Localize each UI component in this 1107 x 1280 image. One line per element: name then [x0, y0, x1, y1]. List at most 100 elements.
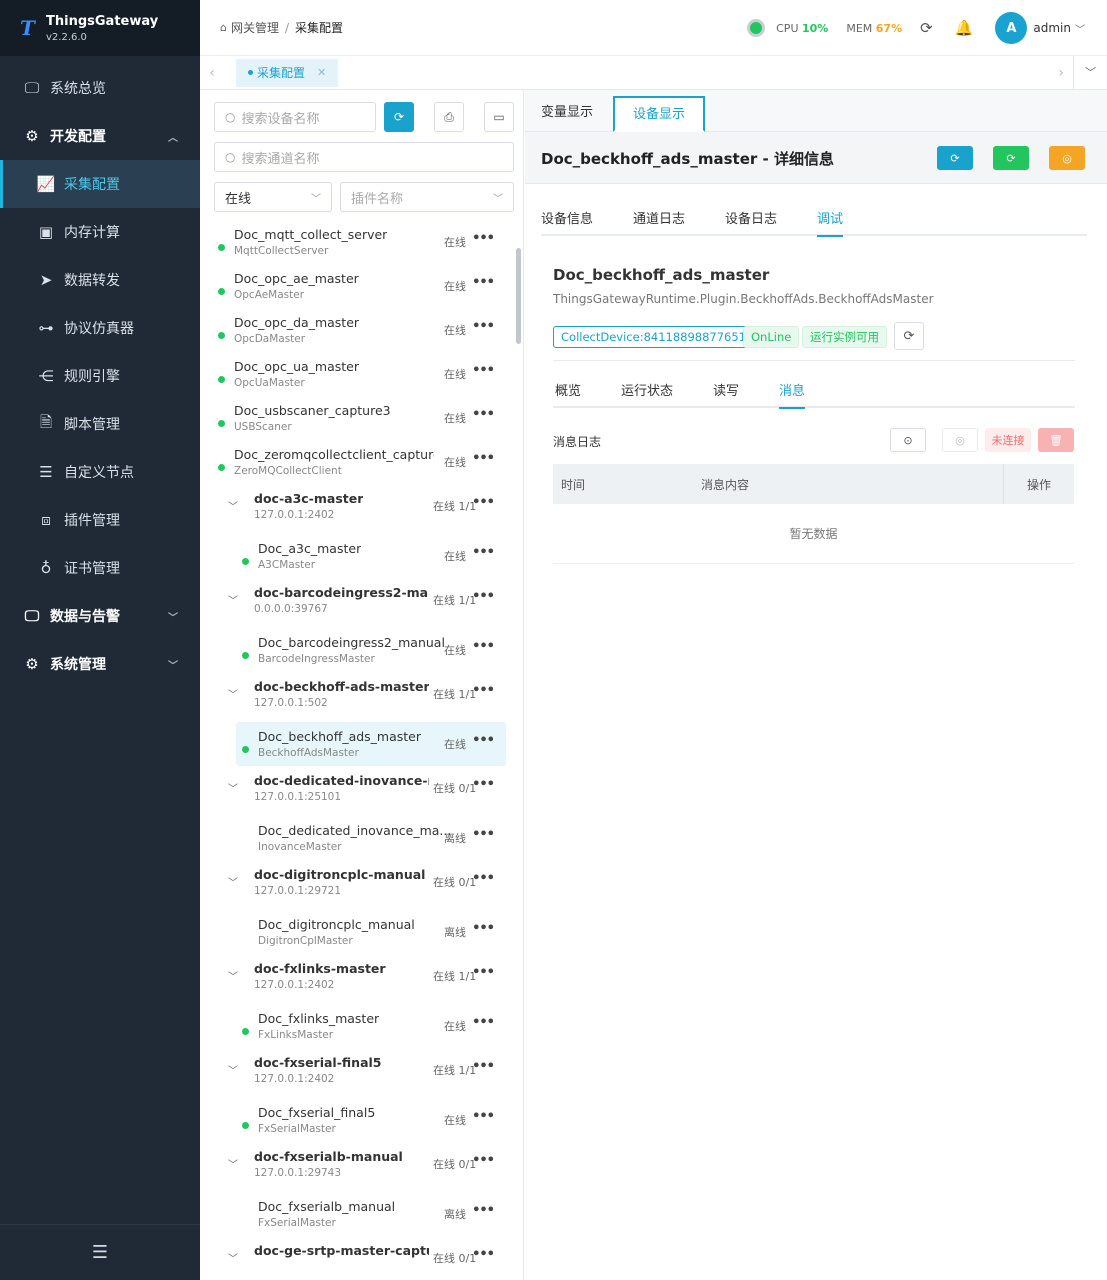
device-row[interactable]: Doc_beckhoff_ads_master BeckhoffAdsMaster…: [236, 722, 506, 766]
search-channel-input[interactable]: ○ 搜索通道名称: [214, 142, 514, 172]
pause-button[interactable]: ◎: [1049, 146, 1085, 170]
more-icon[interactable]: •••: [472, 683, 495, 698]
username[interactable]: admin: [1033, 21, 1071, 35]
chevron-down-icon[interactable]: ﹀: [228, 1250, 238, 1265]
more-icon[interactable]: •••: [472, 1109, 495, 1124]
device-row[interactable]: Doc_usbscaner_capture3 USBScaner 在线 •••: [200, 396, 516, 440]
device-row[interactable]: Doc_fxserialb_manual FxSerialMaster 离线 •••: [200, 1192, 516, 1236]
chevron-down-icon[interactable]: ﹀: [1075, 21, 1085, 36]
channel-group-row[interactable]: ﹀ doc-fxserial-final5 127.0.0.1:2402 在线 1/1…: [200, 1048, 516, 1098]
more-icon[interactable]: •••: [472, 1059, 495, 1074]
tab-device-view[interactable]: 设备显示: [613, 96, 706, 132]
chevron-down-icon[interactable]: ﹀: [228, 498, 238, 513]
more-icon[interactable]: •••: [472, 639, 495, 654]
channel-group-row[interactable]: ﹀ doc-digitroncplc-manual 127.0.0.1:29721 在…: [200, 860, 516, 910]
play-button[interactable]: ⊙: [890, 428, 926, 452]
sidebar-item-collect-config[interactable]: 📈 采集配置: [0, 160, 200, 208]
tab-overview[interactable]: 概览: [555, 380, 581, 399]
sidebar-item-dev-config[interactable]: ⚙ 开发配置 ︿: [0, 112, 200, 160]
tab-read-write[interactable]: 读写: [713, 380, 739, 399]
device-row[interactable]: Doc_a3c_master A3CMaster 在线 •••: [200, 534, 516, 578]
chevron-down-icon[interactable]: ﹀: [228, 968, 238, 983]
more-icon[interactable]: •••: [472, 275, 495, 290]
sidebar-item-plugin-manage[interactable]: ⧈ 插件管理: [0, 496, 200, 544]
sidebar-item-memory-compute[interactable]: ▣ 内存计算: [0, 208, 200, 256]
more-icon[interactable]: •••: [472, 589, 495, 604]
column-message[interactable]: 消息内容: [701, 476, 749, 493]
sidebar-item-custom-node[interactable]: ☰ 自定义节点: [0, 448, 200, 496]
export-button[interactable]: ⎙: [434, 102, 464, 132]
device-row[interactable]: Doc_dedicated_inovance_ma... InovanceMast…: [200, 816, 516, 860]
sidebar-item-data-alarm[interactable]: 🖵 数据与告警 ﹀: [0, 592, 200, 640]
sidebar-item-overview[interactable]: 🖵 系统总览: [0, 64, 200, 112]
more-icon[interactable]: •••: [472, 1153, 495, 1168]
sidebar-item-cert-manage[interactable]: ♁ 证书管理: [0, 544, 200, 592]
sidebar-item-protocol-simulator[interactable]: ⊶ 协议仿真器: [0, 304, 200, 352]
chevron-left-icon[interactable]: ‹: [200, 65, 224, 81]
column-time[interactable]: 时间: [561, 476, 585, 493]
chevron-down-icon[interactable]: ﹀: [228, 592, 238, 607]
device-row[interactable]: Doc_opc_ua_master OpcUaMaster 在线 •••: [200, 352, 516, 396]
clear-button[interactable]: 🗑: [1038, 428, 1074, 452]
chevron-down-icon[interactable]: ﹀: [228, 1062, 238, 1077]
tab-channel-log[interactable]: 通道日志: [633, 208, 685, 227]
device-row[interactable]: Doc_barcodeingress2_manual BarcodeIngress…: [200, 628, 516, 672]
more-icon[interactable]: •••: [472, 1015, 495, 1030]
more-icon[interactable]: •••: [472, 777, 495, 792]
close-icon[interactable]: ✕: [317, 66, 326, 79]
refresh-button[interactable]: ⟳: [384, 102, 414, 132]
search-device-input[interactable]: ○ 搜索设备名称: [214, 102, 376, 132]
chevron-down-icon[interactable]: ﹀: [228, 1156, 238, 1171]
more-icon[interactable]: •••: [472, 871, 495, 886]
status-select[interactable]: 在线 ﹀: [214, 182, 332, 212]
more-icon[interactable]: •••: [472, 1203, 495, 1218]
chevron-down-icon[interactable]: ﹀: [1073, 55, 1107, 90]
more-icon[interactable]: •••: [472, 495, 495, 510]
more-icon[interactable]: •••: [472, 1247, 495, 1262]
refresh-icon[interactable]: ⟳: [920, 19, 933, 37]
status-refresh-button[interactable]: ⟳: [894, 322, 924, 350]
tab-message[interactable]: 消息: [779, 380, 806, 409]
more-icon[interactable]: •••: [472, 363, 495, 378]
tab-run-status[interactable]: 运行状态: [621, 380, 673, 399]
home-icon[interactable]: ⌂: [220, 21, 227, 34]
tree-scrollbar[interactable]: [515, 220, 523, 1280]
breadcrumb-item[interactable]: 网关管理: [231, 19, 279, 36]
more-icon[interactable]: •••: [472, 407, 495, 422]
device-row[interactable]: Doc_mqtt_collect_server MqttCollectServer…: [200, 220, 516, 264]
device-row[interactable]: Doc_opc_ae_master OpcAeMaster 在线 •••: [200, 264, 516, 308]
more-icon[interactable]: •••: [472, 733, 495, 748]
chevron-down-icon[interactable]: ﹀: [228, 874, 238, 889]
channel-group-row[interactable]: ﹀ doc-fxlinks-master 127.0.0.1:2402 在线 1/1 •…: [200, 954, 516, 1004]
more-icon[interactable]: •••: [472, 231, 495, 246]
scrollbar-thumb[interactable]: [516, 248, 521, 344]
bell-icon[interactable]: 🔔: [955, 19, 974, 37]
more-icon[interactable]: •••: [472, 965, 495, 980]
more-icon[interactable]: •••: [472, 319, 495, 334]
more-icon[interactable]: •••: [472, 827, 495, 842]
sidebar-collapse-button[interactable]: ☰: [0, 1224, 200, 1280]
device-row[interactable]: Doc_opc_da_master OpcDaMaster 在线 •••: [200, 308, 516, 352]
more-icon[interactable]: •••: [472, 451, 495, 466]
tab-debug[interactable]: 调试: [817, 208, 844, 237]
channel-group-row[interactable]: ﹀ doc-ge-srtp-master-capture4 在线 0/1•••: [200, 1236, 516, 1280]
sidebar-item-data-forward[interactable]: ➤ 数据转发: [0, 256, 200, 304]
app-logo[interactable]: T ThingsGateway v2.2.6.0: [0, 0, 200, 56]
reload-button[interactable]: ⟳: [993, 146, 1029, 170]
restart-button[interactable]: ⟳: [937, 146, 973, 170]
more-icon[interactable]: •••: [472, 921, 495, 936]
display-button[interactable]: ▭: [484, 102, 514, 132]
chevron-right-icon[interactable]: ›: [1049, 56, 1073, 90]
stop-button[interactable]: ◎: [942, 428, 978, 452]
device-row[interactable]: Doc_fxserial_final5 FxSerialMaster 在线 •••: [200, 1098, 516, 1142]
chevron-down-icon[interactable]: ﹀: [228, 780, 238, 795]
sidebar-item-script-manage[interactable]: 🗎 脚本管理: [0, 400, 200, 448]
tab-device-info[interactable]: 设备信息: [541, 208, 593, 227]
sidebar-item-rule-engine[interactable]: ⋲ 规则引擎: [0, 352, 200, 400]
sidebar-item-system-manage[interactable]: ⚙ 系统管理 ﹀: [0, 640, 200, 688]
channel-group-row[interactable]: ﹀ doc-beckhoff-ads-master 127.0.0.1:502 在线 …: [200, 672, 516, 722]
tab-collect-config[interactable]: 采集配置 ✕: [236, 58, 339, 87]
tab-variable-view[interactable]: 变量显示: [541, 90, 593, 132]
plugin-select[interactable]: 插件名称 ﹀: [340, 182, 514, 212]
channel-group-row[interactable]: ﹀ doc-dedicated-inovance-m... 127.0.0.1:25…: [200, 766, 516, 816]
